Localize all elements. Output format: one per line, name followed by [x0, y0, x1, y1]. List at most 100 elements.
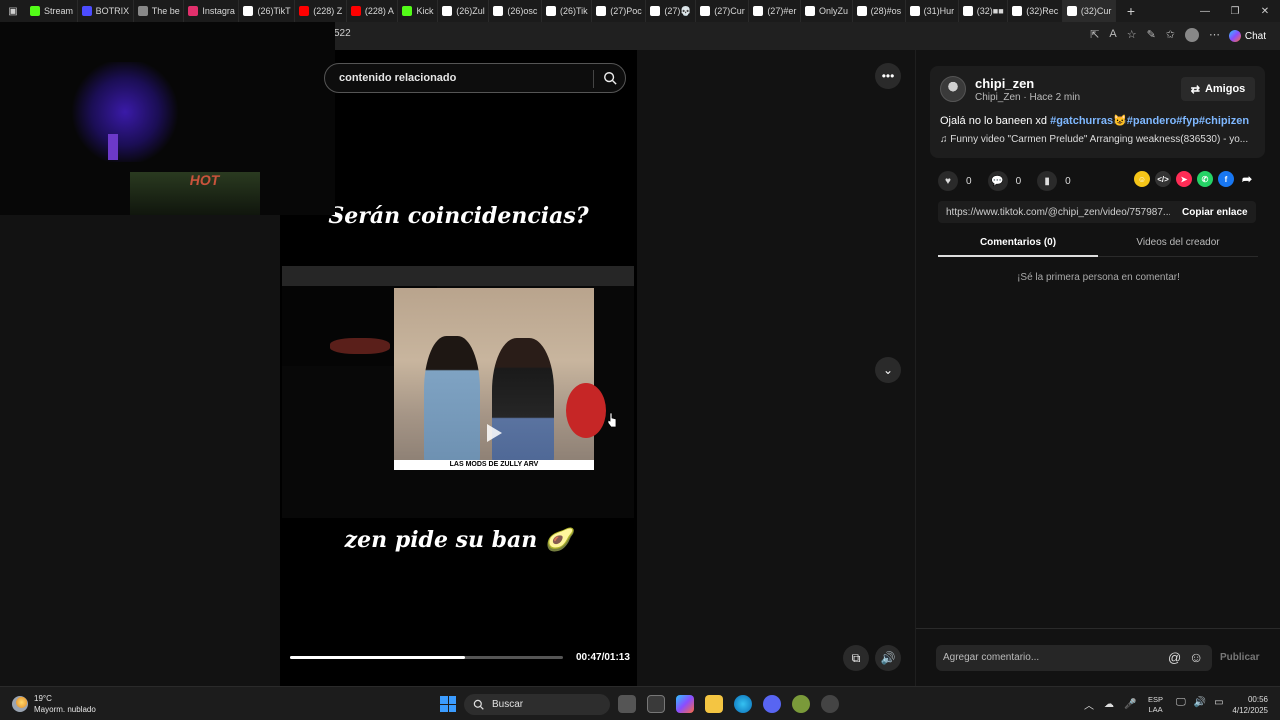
heart-icon[interactable]: ♥ — [938, 171, 958, 191]
task-view-icon[interactable] — [618, 695, 636, 713]
more-options-button[interactable]: ••• — [875, 63, 901, 89]
url-text[interactable]: 522 — [334, 28, 351, 39]
clock[interactable]: 00:56 4/12/2025 — [1228, 694, 1268, 716]
onedrive-icon[interactable]: ☁ — [1104, 699, 1114, 710]
read-aloud-icon[interactable]: A — [1109, 28, 1116, 42]
search-divider — [593, 70, 594, 88]
panel-tabs: Comentarios (0) Videos del creador — [938, 235, 1268, 259]
browser-tab[interactable]: (27)Poc — [592, 0, 647, 22]
tab-label: (32)Cur — [1080, 6, 1112, 16]
app-icon[interactable] — [792, 695, 810, 713]
settings-app-icon[interactable] — [821, 695, 839, 713]
post-details-panel: chipi_zen Chipi_Zen · Hace 2 min ⇄ Amigo… — [915, 50, 1280, 686]
progress-bar[interactable] — [290, 656, 563, 659]
new-tab-button[interactable]: + — [1116, 0, 1146, 22]
favorite-star-icon[interactable]: ☆ — [1127, 28, 1137, 42]
hashtag-link[interactable]: #gatchurras — [1050, 115, 1113, 127]
browser-tab[interactable]: (228) A — [347, 0, 399, 22]
tab-comments[interactable]: Comentarios (0) — [938, 235, 1098, 257]
browser-tab[interactable]: (26)osc — [489, 0, 542, 22]
copilot-chat-button[interactable]: Chat — [1223, 27, 1272, 45]
browser-tab[interactable]: BOTRIX — [78, 0, 134, 22]
share-buttons: ☺ </> ➤ ✆ f ➦ — [1134, 171, 1255, 187]
play-icon[interactable] — [487, 424, 502, 442]
friends-share-icon[interactable]: ☺ — [1134, 171, 1150, 187]
network-icon[interactable]: 🖵 — [1176, 697, 1186, 708]
taskbar-search[interactable]: Buscar — [464, 694, 610, 715]
music-line[interactable]: ♫ Funny video "Carmen Prelude" Arranging… — [940, 134, 1248, 145]
taskbar-search-label: Buscar — [492, 699, 524, 710]
embed-icon[interactable]: </> — [1155, 171, 1171, 187]
browser-tab[interactable]: (32)Rec — [1008, 0, 1063, 22]
windows-start-icon[interactable] — [440, 696, 456, 712]
browser-tab[interactable]: (27)💀 — [646, 0, 697, 22]
browser-tab[interactable]: (27)#er — [749, 0, 801, 22]
hashtag-links[interactable]: #pandero#fyp#chipizen — [1127, 115, 1249, 127]
browser-tab[interactable]: Kick — [398, 0, 439, 22]
more-menu-icon[interactable]: ⋯ — [1209, 28, 1220, 42]
discord-icon[interactable] — [763, 695, 781, 713]
tab-actions-icon[interactable]: ▣ — [0, 0, 26, 22]
browser-tab[interactable]: (26)Tik — [542, 0, 593, 22]
browser-tab[interactable]: Stream — [26, 0, 78, 22]
username[interactable]: chipi_zen — [975, 76, 1034, 91]
profile-avatar[interactable] — [1185, 28, 1199, 42]
close-window-icon[interactable]: ✕ — [1250, 0, 1280, 22]
embedded-photo-caption: LAS MODS DE ZULLY ARV — [394, 460, 594, 470]
favorites-icon[interactable]: ✩ — [1166, 28, 1175, 42]
browser-tab[interactable]: (228) Z — [295, 0, 347, 22]
open-in-app-icon[interactable]: ⇱ — [1090, 28, 1099, 42]
tray-chevron-icon[interactable]: ︿ — [1084, 697, 1094, 712]
browser-tab[interactable]: (31)Hur — [906, 0, 959, 22]
taskbar-search-icon — [473, 699, 484, 710]
related-content-search[interactable]: contenido relacionado — [324, 63, 626, 93]
publish-button[interactable]: Publicar — [1220, 652, 1259, 663]
comment-icon[interactable]: 💬 — [987, 171, 1008, 191]
minimize-icon[interactable]: — — [1190, 0, 1220, 22]
embedded-tab-strip — [282, 266, 634, 286]
store-icon[interactable] — [647, 695, 665, 713]
browser-tab[interactable]: (32)Cur — [1062, 0, 1116, 22]
tab-creator-videos[interactable]: Videos del creador — [1098, 235, 1258, 257]
system-icons: 🖵 🔊 ▭ — [1176, 697, 1224, 708]
emoji-icon[interactable]: ☺ — [1189, 649, 1203, 665]
avatar[interactable] — [940, 76, 966, 102]
weather-widget[interactable]: 19°C Mayorm. nublado — [12, 693, 96, 715]
tab-label: (27)Poc — [610, 6, 642, 16]
send-icon[interactable]: ➤ — [1176, 171, 1192, 187]
browser-tab[interactable]: (28)#os — [853, 0, 906, 22]
copilot-icon — [1228, 30, 1241, 42]
floating-overlay-window[interactable]: HOT — [0, 22, 335, 215]
search-icon[interactable] — [603, 71, 617, 85]
pip-button[interactable]: ⧉ — [843, 645, 869, 671]
file-explorer-icon[interactable] — [705, 695, 723, 713]
language-indicator[interactable]: ESP LAA — [1148, 695, 1163, 715]
facebook-icon[interactable]: f — [1218, 171, 1234, 187]
browser-tab[interactable]: (32)■■ — [959, 0, 1009, 22]
friends-button[interactable]: ⇄ Amigos — [1181, 77, 1255, 101]
edge-icon[interactable] — [734, 695, 752, 713]
browser-tab[interactable]: OnlyZu — [801, 0, 853, 22]
tab-label: (26)osc — [507, 6, 538, 16]
mention-icon[interactable]: @ — [1168, 650, 1181, 665]
video-time: 00:47/01:13 — [576, 652, 630, 663]
copilot-app-icon[interactable] — [676, 695, 694, 713]
extensions-icon[interactable]: ✎ — [1147, 28, 1156, 42]
browser-tab[interactable]: (26)TikT — [239, 0, 296, 22]
bookmark-icon[interactable]: ▮ — [1037, 171, 1058, 191]
browser-tab[interactable]: The be — [134, 0, 185, 22]
next-video-button[interactable]: ⌄ — [875, 357, 901, 383]
browser-tab[interactable]: (27)Cur — [696, 0, 750, 22]
copy-link-button[interactable]: Copiar enlace — [1182, 207, 1248, 218]
microphone-icon[interactable]: 🎤 — [1124, 699, 1136, 710]
whatsapp-icon[interactable]: ✆ — [1197, 171, 1213, 187]
battery-icon[interactable]: ▭ — [1214, 697, 1223, 708]
share-arrow-icon[interactable]: ➦ — [1239, 171, 1255, 187]
volume-tray-icon[interactable]: 🔊 — [1194, 697, 1206, 708]
share-link-url[interactable]: https://www.tiktok.com/@chipi_zen/video/… — [946, 207, 1170, 218]
restore-icon[interactable]: ❐ — [1220, 0, 1250, 22]
browser-tab[interactable]: Instagra — [184, 0, 240, 22]
browser-tab[interactable]: (26)Zul — [438, 0, 490, 22]
volume-button[interactable]: 🔊 — [875, 645, 901, 671]
comment-input[interactable]: Agregar comentario... @ ☺ — [936, 645, 1212, 671]
